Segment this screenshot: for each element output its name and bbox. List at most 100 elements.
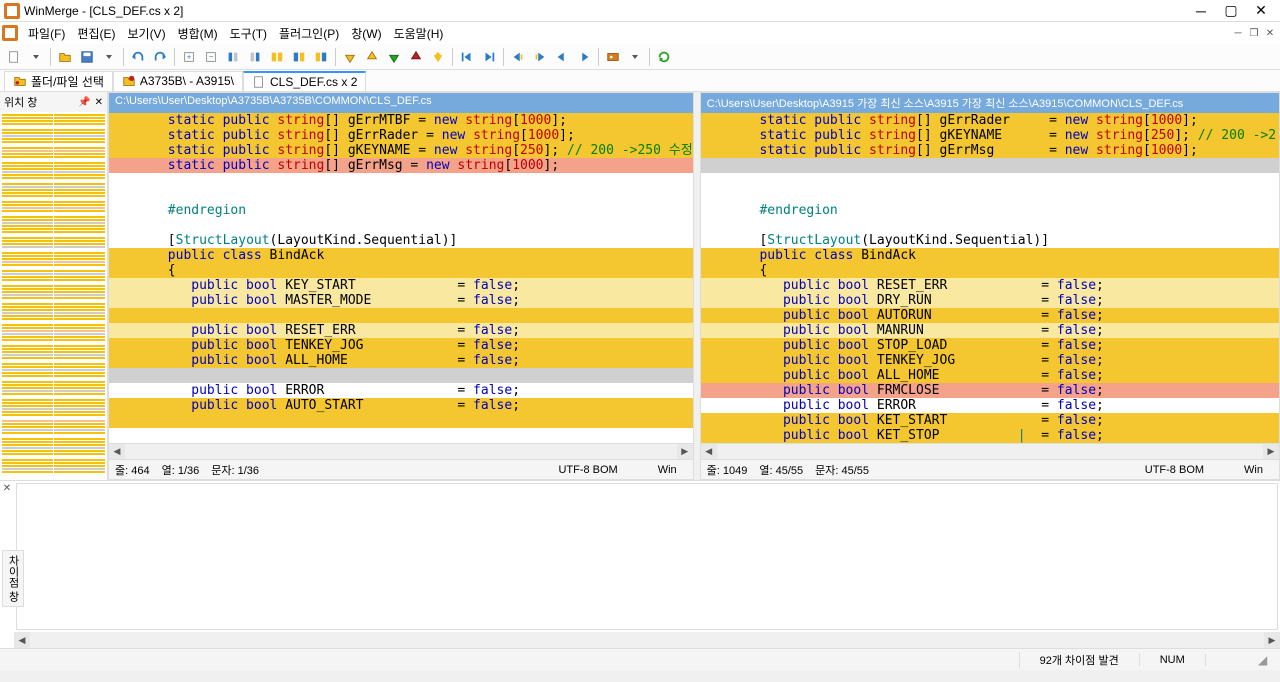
code-line[interactable]: public bool STOP_LOAD = false; <box>701 338 1279 353</box>
mdi-restore-button[interactable]: ❐ <box>1246 25 1262 41</box>
code-line[interactable] <box>109 308 693 323</box>
right-hscroll[interactable]: ◀ ▶ <box>701 443 1279 459</box>
next-conflict-button[interactable] <box>574 47 594 67</box>
diff-pane-tab[interactable]: 차이점 창 <box>2 550 24 607</box>
code-line[interactable]: [StructLayout(LayoutKind.Sequential)] <box>109 233 693 248</box>
scroll-right-icon[interactable]: ▶ <box>1263 444 1279 460</box>
close-icon[interactable]: ✕ <box>95 97 103 108</box>
bottom-hscroll[interactable]: ◀ ▶ <box>14 632 1280 648</box>
right-content[interactable]: static public string[] gErrRader = new s… <box>701 113 1279 443</box>
code-line[interactable] <box>701 188 1279 203</box>
code-line[interactable]: public bool TENKEY_JOG = false; <box>701 353 1279 368</box>
next-right-button[interactable] <box>530 47 550 67</box>
menu-window[interactable]: 창(W) <box>345 23 387 44</box>
prev-diff2-button[interactable] <box>406 47 426 67</box>
view5-button[interactable] <box>311 47 331 67</box>
scroll-track[interactable] <box>30 632 1264 648</box>
bottom-content[interactable] <box>16 483 1278 630</box>
scroll-left-icon[interactable]: ◀ <box>14 632 30 648</box>
tab-folder-select[interactable]: 폴더/파일 선택 <box>4 71 113 91</box>
code-line[interactable]: static public string[] gErrMsg = new str… <box>701 143 1279 158</box>
code-line[interactable]: static public string[] gKEYNAME = new st… <box>701 128 1279 143</box>
prev-conflict-button[interactable] <box>552 47 572 67</box>
code-line[interactable]: static public string[] gErrRader = new s… <box>109 128 693 143</box>
new-button[interactable] <box>4 47 24 67</box>
mdi-close-button[interactable]: ✕ <box>1262 25 1278 41</box>
code-line[interactable]: public bool KET_START = false; <box>701 413 1279 428</box>
first-diff-button[interactable] <box>457 47 477 67</box>
scroll-right-icon[interactable]: ▶ <box>1264 632 1280 648</box>
left-content[interactable]: static public string[] gErrMTBF = new st… <box>109 113 693 443</box>
options-button[interactable] <box>603 47 623 67</box>
new-dropdown-button[interactable] <box>26 47 46 67</box>
code-line[interactable]: public bool MANRUN = false; <box>701 323 1279 338</box>
tab-folder-compare[interactable]: A3735B\ - A3915\ <box>113 71 243 91</box>
undo-button[interactable] <box>128 47 148 67</box>
current-diff-button[interactable] <box>428 47 448 67</box>
code-line[interactable] <box>701 218 1279 233</box>
code-line[interactable] <box>701 158 1279 173</box>
code-line[interactable] <box>109 413 693 428</box>
prev-right-button[interactable] <box>508 47 528 67</box>
view2-button[interactable] <box>245 47 265 67</box>
code-line[interactable] <box>109 188 693 203</box>
code-line[interactable]: public bool RESET_ERR = false; <box>701 278 1279 293</box>
code-line[interactable]: public bool KET_STOP | = false; <box>701 428 1279 443</box>
code-line[interactable]: public bool ALL_HOME = false; <box>109 353 693 368</box>
menu-tools[interactable]: 도구(T) <box>224 23 273 44</box>
code-line[interactable]: public bool ERROR = false; <box>109 383 693 398</box>
menu-merge[interactable]: 병합(M) <box>172 23 224 44</box>
mdi-minimize-button[interactable]: ─ <box>1230 25 1246 41</box>
redo-button[interactable] <box>150 47 170 67</box>
code-line[interactable]: public bool AUTORUN = false; <box>701 308 1279 323</box>
code-line[interactable]: public bool ALL_HOME = false; <box>701 368 1279 383</box>
code-line[interactable]: public bool ERROR = false; <box>701 398 1279 413</box>
code-line[interactable]: public bool TENKEY_JOG = false; <box>109 338 693 353</box>
code-line[interactable]: { <box>109 263 693 278</box>
minimap-left[interactable] <box>2 114 53 478</box>
scroll-left-icon[interactable]: ◀ <box>701 444 717 460</box>
code-line[interactable]: { <box>701 263 1279 278</box>
code-line[interactable]: static public string[] gKEYNAME = new st… <box>109 143 693 158</box>
bottom-close-icon[interactable]: ✕ <box>0 481 14 495</box>
minimap-right[interactable] <box>54 114 105 478</box>
maximize-button[interactable]: ▢ <box>1216 0 1246 22</box>
code-line[interactable] <box>701 173 1279 188</box>
options-dropdown-button[interactable] <box>625 47 645 67</box>
code-line[interactable]: #endregion <box>701 203 1279 218</box>
code-line[interactable]: public bool RESET_ERR = false; <box>109 323 693 338</box>
minimap[interactable] <box>0 112 107 480</box>
code-line[interactable]: public bool KEY_START = false; <box>109 278 693 293</box>
menu-plugins[interactable]: 플러그인(P) <box>273 23 345 44</box>
code-line[interactable]: static public string[] gErrMsg = new str… <box>109 158 693 173</box>
scroll-left-icon[interactable]: ◀ <box>109 444 125 460</box>
code-line[interactable]: public bool MASTER_MODE = false; <box>109 293 693 308</box>
code-line[interactable] <box>109 218 693 233</box>
next-diff-button[interactable] <box>340 47 360 67</box>
close-button[interactable]: ✕ <box>1246 0 1276 22</box>
view3-button[interactable] <box>267 47 287 67</box>
code-line[interactable] <box>109 173 693 188</box>
resize-grip-icon[interactable]: ◢ <box>1258 653 1274 667</box>
zoom-in-button[interactable]: + <box>179 47 199 67</box>
view4-button[interactable] <box>289 47 309 67</box>
code-line[interactable]: public bool DRY_RUN = false; <box>701 293 1279 308</box>
code-line[interactable]: public class BindAck <box>701 248 1279 263</box>
code-line[interactable]: [StructLayout(LayoutKind.Sequential)] <box>701 233 1279 248</box>
tab-file-compare[interactable]: CLS_DEF.cs x 2 <box>243 71 366 91</box>
last-diff-button[interactable] <box>479 47 499 67</box>
menu-edit[interactable]: 편집(E) <box>71 23 121 44</box>
scroll-track[interactable] <box>717 444 1263 460</box>
scroll-track[interactable] <box>125 444 677 460</box>
code-line[interactable]: public bool FRMCLOSE = false; <box>701 383 1279 398</box>
menu-help[interactable]: 도움말(H) <box>388 23 450 44</box>
code-line[interactable]: public class BindAck <box>109 248 693 263</box>
code-line[interactable] <box>109 368 693 383</box>
left-file-path[interactable]: C:\Users\User\Desktop\A3735B\A3735B\COMM… <box>109 93 693 113</box>
prev-diff-button[interactable] <box>362 47 382 67</box>
right-file-path[interactable]: C:\Users\User\Desktop\A3915 가장 최신 소스\A39… <box>701 93 1279 113</box>
scroll-right-icon[interactable]: ▶ <box>677 444 693 460</box>
view1-button[interactable] <box>223 47 243 67</box>
next-diff2-button[interactable] <box>384 47 404 67</box>
save-dropdown-button[interactable] <box>99 47 119 67</box>
